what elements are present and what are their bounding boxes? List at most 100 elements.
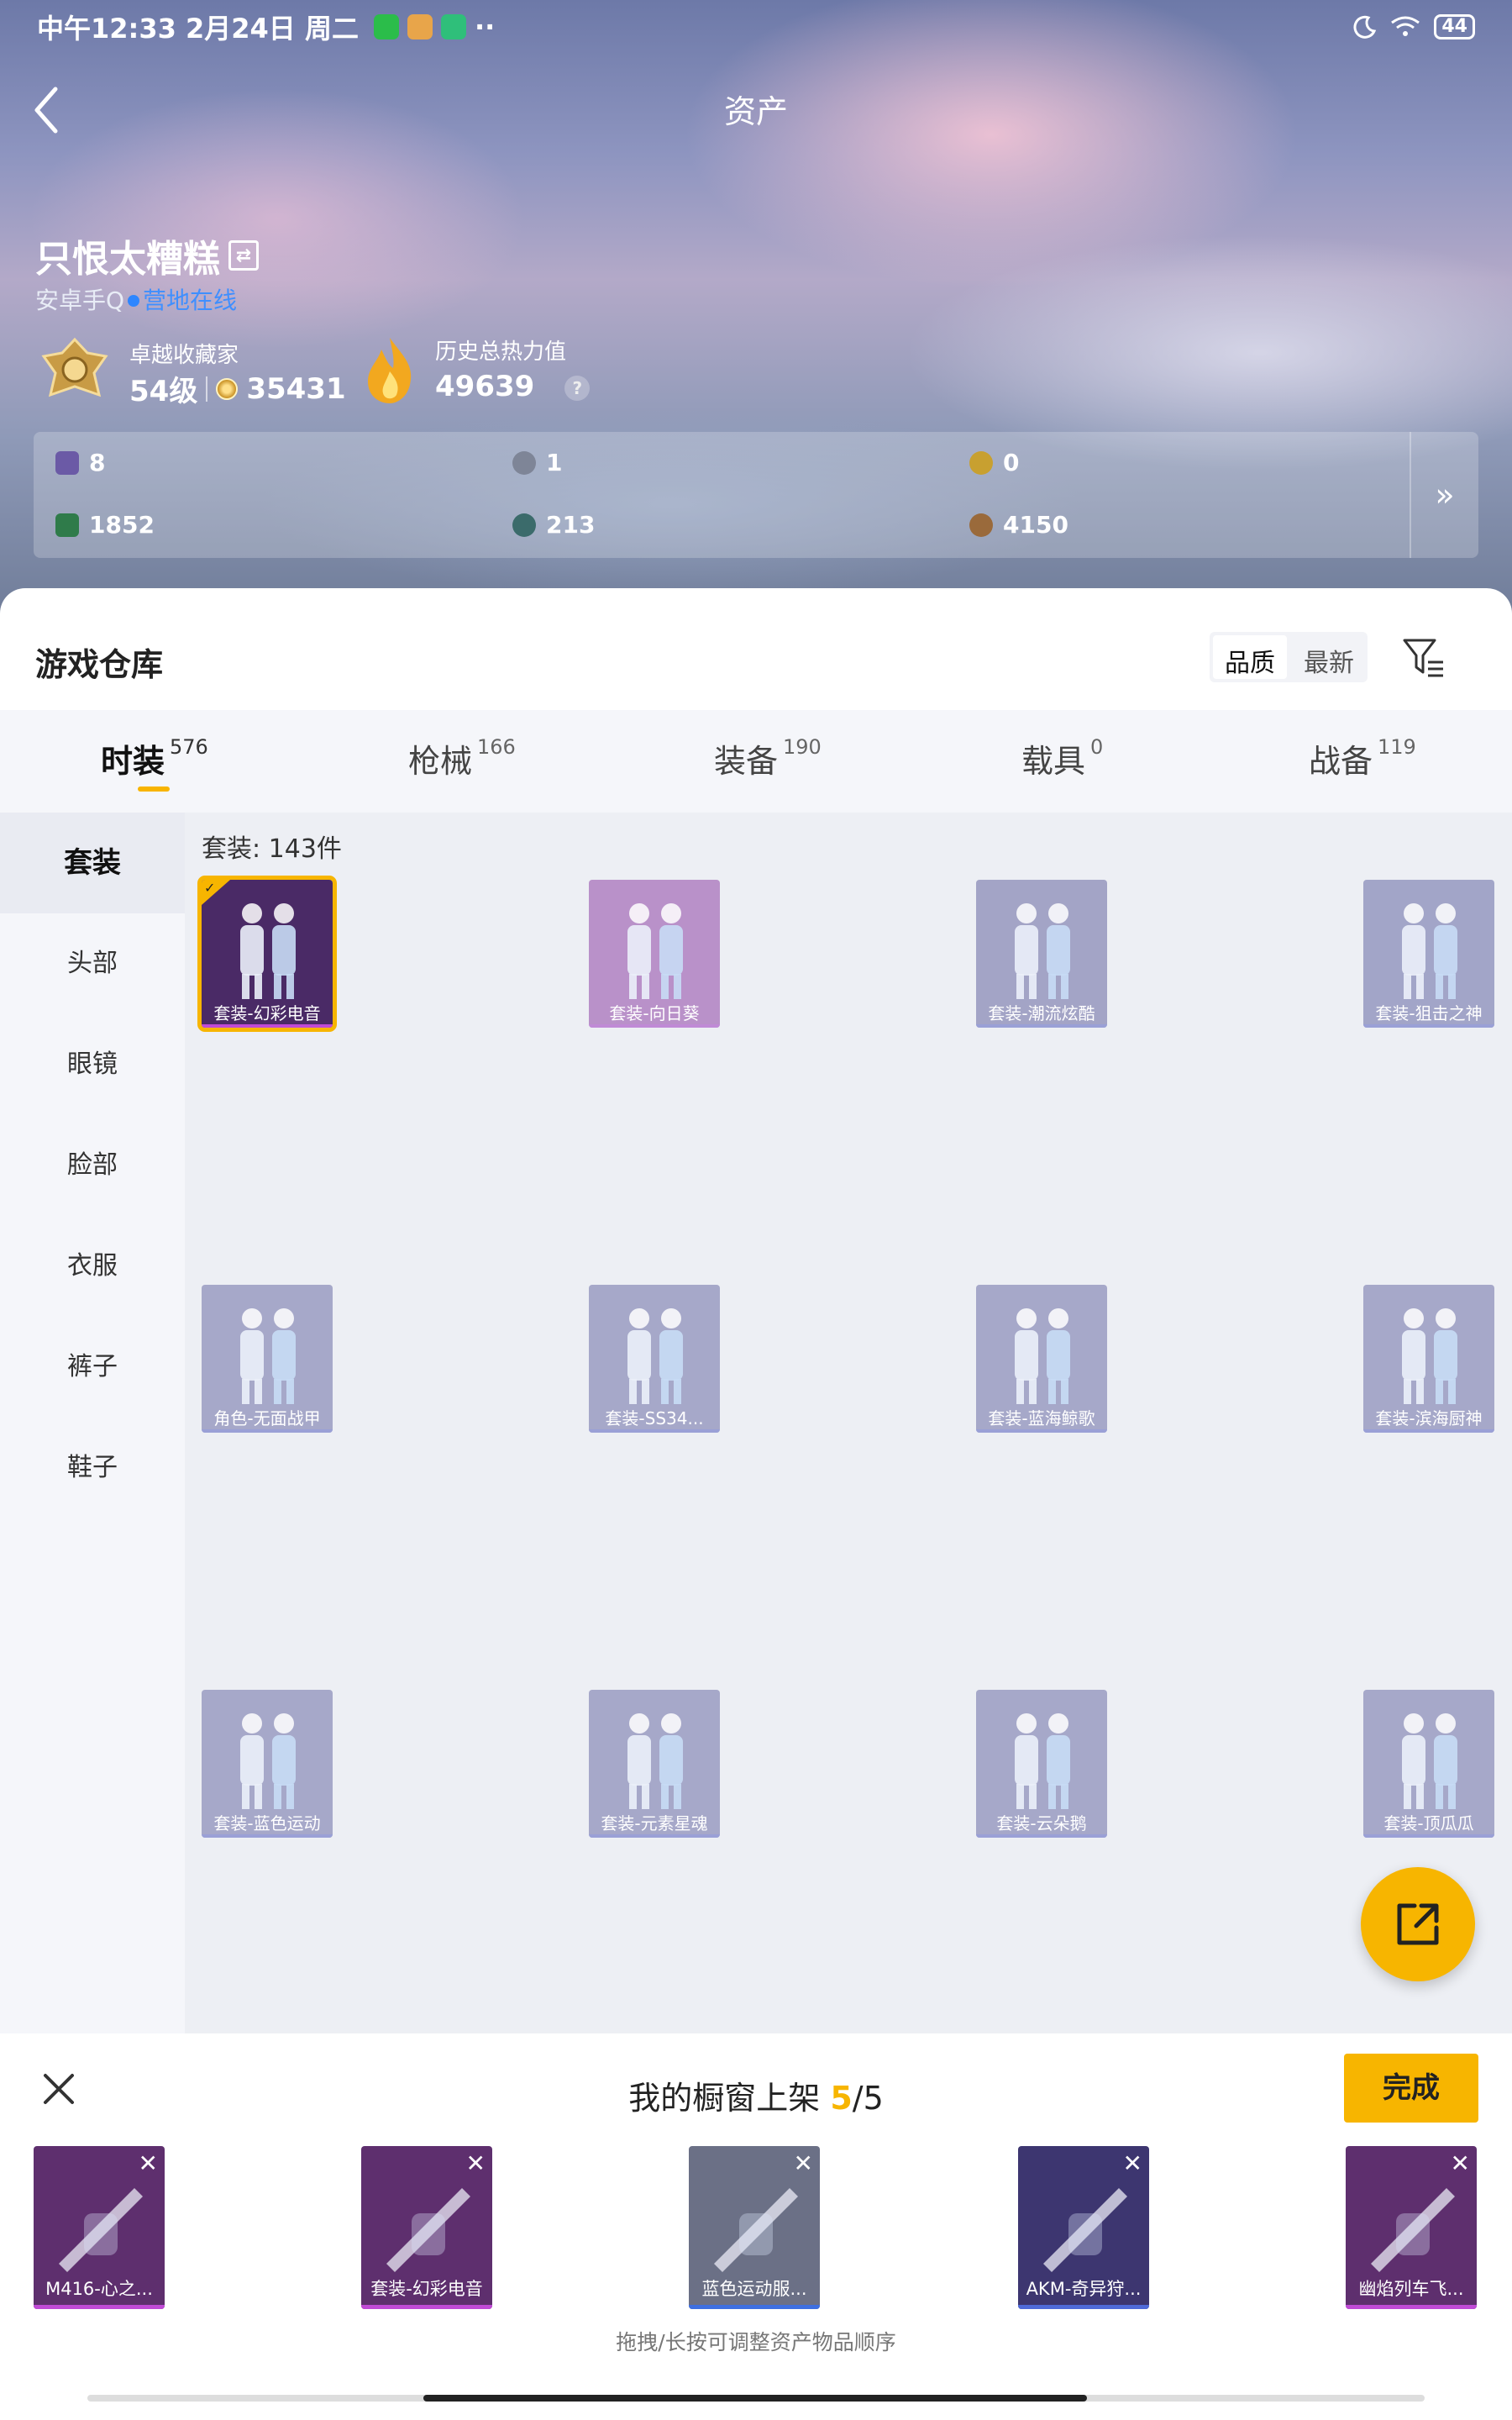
done-button[interactable]: 完成 (1344, 2054, 1478, 2123)
warehouse-title: 游戏仓库 (35, 646, 164, 683)
stat-item: 4150 (969, 511, 1068, 539)
grid-item-label: 套装-云朵鹅 (996, 1813, 1087, 1833)
moon-icon (1353, 15, 1377, 39)
remove-slot-icon[interactable]: ✕ (139, 2149, 158, 2177)
stat-item: 1852 (55, 511, 155, 539)
tab-equipment[interactable]: 装备 190 (714, 735, 822, 781)
grid-item-label: 套装-狙击之神 (1375, 1003, 1483, 1023)
sidebar-item-face[interactable]: 脸部 (0, 1115, 185, 1216)
showcase-slot-label: M416-心之... (45, 2279, 153, 2299)
tab-guns[interactable]: 枪械 166 (408, 735, 516, 781)
coin-icon (216, 377, 239, 400)
level-title: 卓越收藏家 (129, 343, 239, 368)
grid-item[interactable]: 套装-狙击之神 (1363, 880, 1494, 1028)
grid-item[interactable]: 套装-云朵鹅 (976, 1690, 1107, 1838)
stat-gem-icon (969, 450, 993, 475)
remove-slot-icon[interactable]: ✕ (466, 2149, 486, 2177)
grid-item-label: 套装-蓝色运动 (213, 1813, 321, 1833)
tab-vehicles[interactable]: 载具 0 (1021, 735, 1103, 781)
battery-icon: 44 (1434, 14, 1475, 39)
scrollbar-thumb[interactable] (423, 2395, 1087, 2402)
grid-item[interactable]: 套装-蓝海鲸歌 (976, 1285, 1107, 1433)
status-more-dots: ·· (474, 11, 496, 43)
showcase-slot[interactable]: ✕ 幽焰列车飞... (1346, 2146, 1477, 2309)
heat-value: 49639? (435, 370, 591, 403)
heat-title: 历史总热力值 (435, 339, 567, 365)
showcase-slot-label: 蓝色运动服... (701, 2279, 807, 2299)
switch-account-icon[interactable]: ⇄ (228, 240, 259, 271)
page-title: 资产 (723, 93, 788, 130)
level-number: 54级 (129, 375, 198, 408)
stat-gem-icon (512, 450, 536, 475)
showcase-bar: 我的橱窗上架 5/5 完成 ✕ M416-心之... ✕ 套装-幻彩电音 ✕ 蓝色运动服.… (0, 2033, 1512, 2420)
grid-item-label: 套装-蓝海鲸歌 (988, 1408, 1095, 1428)
wifi-icon (1391, 16, 1420, 36)
item-grid: 套装: 143件 套装-幻彩电音 ✓ 套装-向日葵 套装-潮流炫酷 套装-狙击之神 角色-… (185, 813, 1512, 2033)
sidebar-item-suits[interactable]: 套装 (0, 813, 185, 913)
stat-gem-icon (969, 513, 993, 537)
collector-medal-icon (41, 337, 108, 397)
grid-item[interactable]: 角色-无面战甲 (202, 1285, 333, 1433)
category-tabs: 时装 576 枪械 166 装备 190 载具 0 战备 119 (0, 710, 1512, 813)
grid-item-label: 套装-元素星魂 (601, 1813, 708, 1833)
showcase-slot-label: 幽焰列车飞... (1358, 2279, 1464, 2299)
stat-gem-icon (512, 513, 536, 537)
grid-item[interactable]: 套装-潮流炫酷 (976, 880, 1107, 1028)
coin-count: 35431 (246, 371, 346, 406)
stat-gem-icon (55, 513, 79, 537)
help-icon[interactable]: ? (564, 375, 591, 401)
grid-item-label: 套装-幻彩电音 (213, 1003, 321, 1023)
stat-item: 0 (969, 449, 1019, 476)
hero-banner: 中午12:33 2月24日 周二 ·· 44 资产 只恨太糟糕 ⇄ 安卓手Q 营地… (0, 0, 1512, 622)
stat-item: 1 (512, 449, 562, 476)
share-button[interactable] (1361, 1867, 1475, 1981)
remove-slot-icon[interactable]: ✕ (1451, 2149, 1470, 2177)
grid-item-label: 套装-潮流炫酷 (988, 1003, 1095, 1023)
tab-supplies[interactable]: 战备 119 (1309, 735, 1416, 781)
stat-item: 213 (512, 511, 595, 539)
showcase-slot[interactable]: ✕ 蓝色运动服... (689, 2146, 820, 2309)
heat-number: 49639 (435, 370, 535, 403)
grid-item-label: 套装-SS34... (605, 1408, 704, 1428)
sidebar-item-clothes[interactable]: 衣服 (0, 1216, 185, 1317)
showcase-slot[interactable]: ✕ AKM-奇异狩... (1018, 2146, 1149, 2309)
grid-item-label: 套装-滨海厨神 (1375, 1408, 1483, 1428)
scrollbar[interactable] (87, 2395, 1425, 2402)
grid-item[interactable]: 套装-元素星魂 (589, 1690, 720, 1838)
grid-item[interactable]: 套装-幻彩电音 ✓ (197, 876, 337, 1032)
showcase-title: 我的橱窗上架 5/5 (628, 2080, 884, 2117)
flame-icon (368, 338, 412, 403)
currency-stats[interactable]: 8 1 0 1852 213 4150 » (34, 432, 1478, 558)
grid-item[interactable]: 套装-SS34... (589, 1285, 720, 1433)
wechat-icon (373, 14, 399, 39)
sort-latest[interactable]: 最新 (1290, 632, 1368, 682)
sidebar-item-glasses[interactable]: 眼镜 (0, 1014, 185, 1115)
remove-slot-icon[interactable]: ✕ (1123, 2149, 1142, 2177)
grid-item[interactable]: 套装-顶瓜瓜 (1363, 1690, 1494, 1838)
app-icon (407, 14, 433, 39)
subcategory-sidebar: 套装 头部 眼镜 脸部 衣服 裤子 鞋子 (0, 813, 185, 2033)
tab-fashion[interactable]: 时装 576 (101, 735, 208, 781)
username-text: 只恨太糟糕 (35, 238, 220, 281)
sidebar-item-shoes[interactable]: 鞋子 (0, 1418, 185, 1518)
online-status: 安卓手Q 营地在线 (35, 282, 237, 316)
share-external-icon (1397, 1903, 1439, 1945)
filter-icon[interactable] (1401, 635, 1446, 681)
remove-slot-icon[interactable]: ✕ (794, 2149, 813, 2177)
showcase-slot-label: 套装-幻彩电音 (370, 2279, 483, 2299)
sort-toggle: 品质 最新 (1210, 632, 1368, 682)
grid-item[interactable]: 套装-蓝色运动 (202, 1690, 333, 1838)
grid-item[interactable]: 套装-向日葵 (589, 880, 720, 1028)
sidebar-item-pants[interactable]: 裤子 (0, 1317, 185, 1418)
sidebar-item-head[interactable]: 头部 (0, 913, 185, 1014)
showcase-slot[interactable]: ✕ M416-心之... (34, 2146, 165, 2309)
stats-more-icon[interactable]: » (1410, 432, 1478, 558)
showcase-slot-label: AKM-奇异狩... (1026, 2279, 1142, 2299)
grid-item-label: 角色-无面战甲 (213, 1408, 321, 1428)
reorder-hint: 拖拽/长按可调整资产物品顺序 (616, 2330, 896, 2354)
grid-item[interactable]: 套装-滨海厨神 (1363, 1285, 1494, 1433)
sort-quality[interactable]: 品质 (1213, 635, 1287, 679)
shield-app-icon (440, 14, 466, 39)
showcase-slot[interactable]: ✕ 套装-幻彩电音 (361, 2146, 492, 2309)
status-time: 中午12:33 2月24日 周二 (37, 13, 359, 45)
